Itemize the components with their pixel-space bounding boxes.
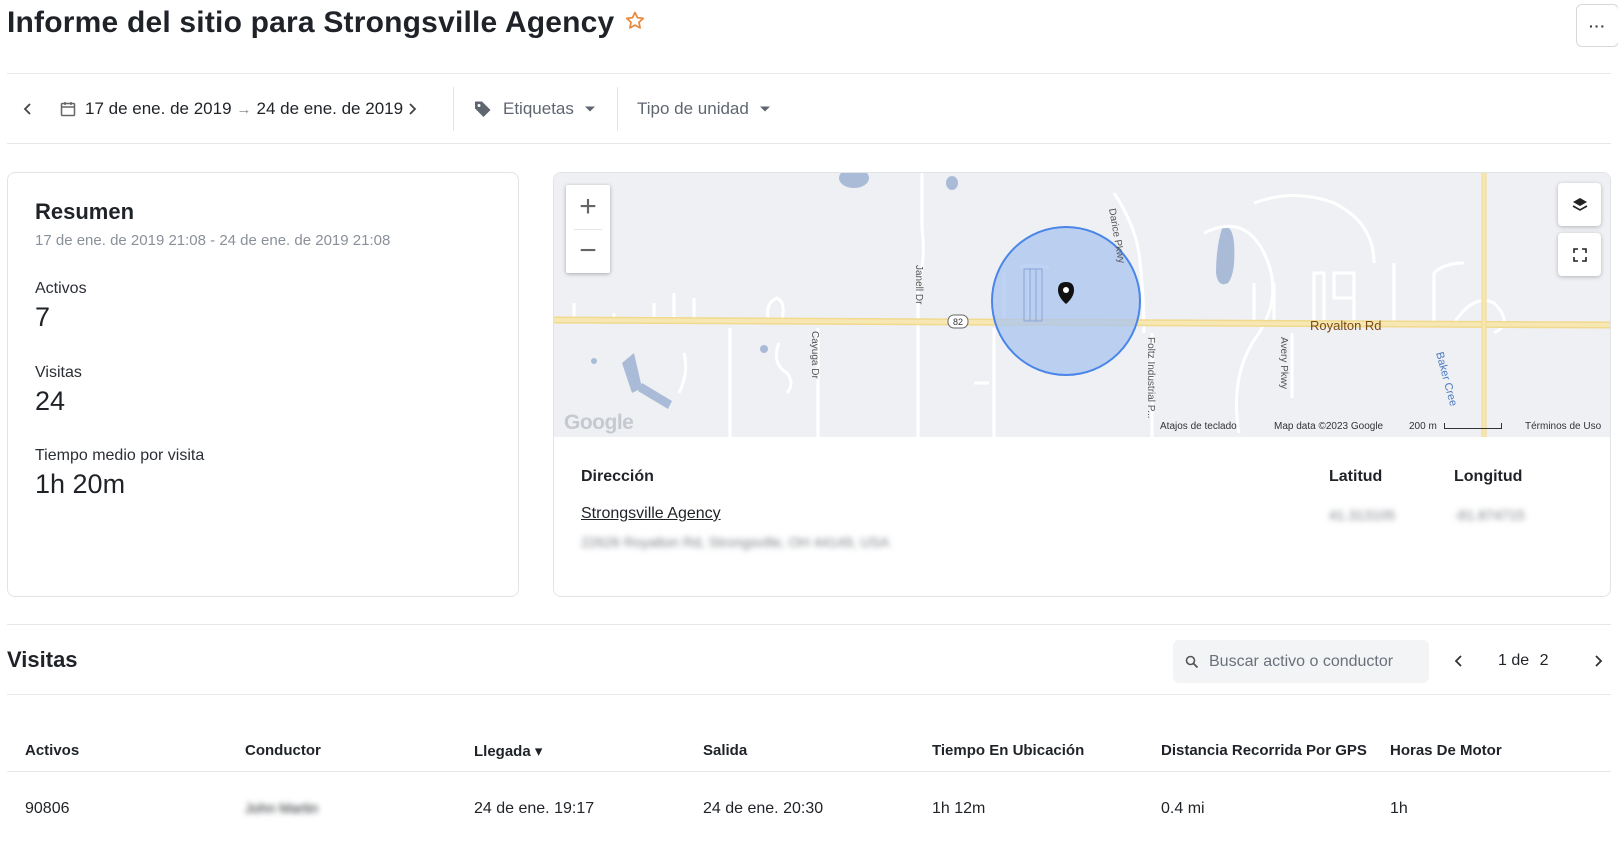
chevron-right-icon bbox=[1595, 655, 1603, 667]
filter-divider bbox=[453, 87, 454, 131]
column-header-time-on-site[interactable]: Tiempo En Ubicación bbox=[932, 742, 1084, 759]
map-layers-button[interactable] bbox=[1558, 183, 1601, 226]
summary-title: Resumen bbox=[35, 199, 135, 224]
google-logo: Google bbox=[564, 411, 634, 434]
date-prev-button[interactable] bbox=[19, 74, 37, 144]
fullscreen-icon bbox=[1572, 247, 1587, 262]
metric-value-visits: 24 bbox=[35, 386, 66, 416]
column-header-departure[interactable]: Salida bbox=[703, 742, 747, 759]
road-label: Royalton Rd bbox=[1310, 318, 1382, 333]
street-label-baker: Baker Cree bbox=[1433, 351, 1459, 408]
map-scale[interactable]: 200 m bbox=[1409, 421, 1502, 437]
column-header-driver[interactable]: Conductor bbox=[245, 742, 321, 759]
site-street-address: 22626 Royalton Rd, Strongsville, OH 4414… bbox=[581, 534, 890, 550]
date-end: 24 de ene. de 2019 bbox=[256, 99, 404, 118]
page-next-button[interactable] bbox=[1583, 646, 1613, 676]
route-badge: 82 bbox=[953, 317, 963, 327]
map-data-attribution: Map data ©2023 Google bbox=[1274, 421, 1384, 432]
column-header-gps-distance[interactable]: Distancia Recorrida Por GPS bbox=[1161, 742, 1367, 759]
layers-icon bbox=[1572, 197, 1587, 211]
site-name-link[interactable]: Strongsville Agency bbox=[581, 505, 721, 523]
cell-departure: 24 de ene. 20:30 bbox=[703, 800, 824, 817]
latitude-heading: Latitud bbox=[1329, 468, 1383, 485]
zoom-in-button[interactable]: + bbox=[566, 185, 610, 229]
page-of: de bbox=[1511, 652, 1530, 669]
cell-time-on-site: 1h 12m bbox=[932, 800, 986, 817]
page-current: 1 bbox=[1498, 652, 1507, 669]
chevron-left-icon bbox=[1454, 655, 1462, 667]
calendar-icon bbox=[60, 102, 76, 117]
caret-down-icon bbox=[584, 106, 595, 112]
filter-bar: 17 de ene. de 2019 → 24 de ene. de 2019 … bbox=[7, 74, 1611, 144]
tag-icon bbox=[475, 101, 491, 117]
longitude-heading: Longitud bbox=[1454, 468, 1523, 485]
pagination-text: 1 de 2 bbox=[1498, 652, 1549, 670]
visits-table-header: Activos Conductor Llegada ▾ Salida Tiemp… bbox=[7, 720, 1611, 772]
cell-asset: 90806 bbox=[25, 800, 70, 817]
page-title: Informe del sitio para Strongsville Agen… bbox=[7, 6, 615, 39]
metric-value-assets: 7 bbox=[35, 302, 51, 332]
site-map-card: 82 Janell Dr Cayuga Dr Darice Pkwy Foltz… bbox=[553, 172, 1611, 597]
unit-type-label: Tipo de unidad bbox=[637, 99, 749, 118]
tags-filter[interactable]: Etiquetas bbox=[473, 74, 596, 144]
page-total: 2 bbox=[1539, 652, 1549, 669]
street-label-avery: Avery Pkwy bbox=[1278, 337, 1289, 389]
unit-type-filter[interactable]: Tipo de unidad bbox=[637, 74, 771, 144]
map[interactable]: 82 Janell Dr Cayuga Dr Darice Pkwy Foltz… bbox=[554, 173, 1610, 437]
summary-card: Resumen 17 de ene. de 2019 21:08 - 24 de… bbox=[7, 172, 519, 597]
summary-range: 17 de ene. de 2019 21:08 - 24 de ene. de… bbox=[35, 232, 391, 249]
address-heading: Dirección bbox=[581, 468, 654, 485]
page-prev-button[interactable] bbox=[1444, 646, 1474, 676]
metric-label-visits: Visitas bbox=[35, 364, 82, 381]
street-label-foltz: Foltz Industrial P... bbox=[1145, 337, 1156, 419]
title-row: Informe del sitio para Strongsville Agen… bbox=[7, 0, 1618, 74]
cell-arrival: 24 de ene. 19:17 bbox=[474, 800, 595, 817]
street-label-janell: Janell Dr bbox=[913, 265, 924, 305]
chevron-right-icon bbox=[409, 103, 417, 115]
column-header-assets[interactable]: Activos bbox=[25, 742, 79, 759]
zoom-control: + − bbox=[566, 185, 610, 273]
tags-label: Etiquetas bbox=[503, 99, 574, 118]
cell-driver: John Martin bbox=[245, 800, 319, 816]
cell-gps-distance: 0.4 mi bbox=[1161, 800, 1205, 817]
more-options-button[interactable]: ··· bbox=[1576, 4, 1618, 47]
date-next-button[interactable] bbox=[403, 74, 421, 144]
star-icon[interactable] bbox=[623, 9, 647, 33]
map-scale-label: 200 m bbox=[1409, 421, 1437, 432]
chevron-left-icon bbox=[23, 103, 31, 115]
site-longitude: -81.874715 bbox=[1454, 507, 1525, 523]
date-range-picker[interactable]: 17 de ene. de 2019 → 24 de ene. de 2019 bbox=[59, 74, 403, 144]
search-input[interactable] bbox=[1209, 652, 1401, 671]
filter-divider bbox=[617, 87, 618, 131]
table-row[interactable]: 90806 John Martin 24 de ene. 19:17 24 de… bbox=[7, 772, 1611, 843]
date-start: 17 de ene. de 2019 bbox=[85, 99, 232, 118]
terms-link[interactable]: Términos de Uso bbox=[1525, 421, 1601, 437]
scale-bar bbox=[1443, 423, 1502, 430]
street-label-cayuga: Cayuga Dr bbox=[809, 331, 820, 379]
map-canvas: 82 Janell Dr Cayuga Dr Darice Pkwy Foltz… bbox=[554, 173, 1610, 437]
keyboard-shortcuts-link[interactable]: Atajos de teclado bbox=[1160, 421, 1237, 437]
zoom-out-button[interactable]: − bbox=[566, 229, 610, 273]
date-arrow: → bbox=[236, 100, 252, 118]
visits-search bbox=[1173, 640, 1429, 683]
column-header-arrival[interactable]: Llegada ▾ bbox=[474, 742, 542, 760]
metric-label-avg-time: Tiempo medio por visita bbox=[35, 447, 205, 464]
map-fullscreen-button[interactable] bbox=[1558, 233, 1601, 276]
site-latitude: 41.313105 bbox=[1329, 507, 1396, 523]
caret-down-icon bbox=[759, 106, 770, 112]
metric-value-avg-time: 1h 20m bbox=[35, 469, 126, 499]
search-icon bbox=[1185, 655, 1199, 668]
metric-label-assets: Activos bbox=[35, 280, 87, 297]
visits-header: Visitas 1 de 2 bbox=[7, 624, 1611, 695]
cell-engine-hours: 1h bbox=[1390, 800, 1408, 817]
column-header-engine-hours[interactable]: Horas De Motor bbox=[1390, 742, 1502, 759]
visits-title: Visitas bbox=[7, 647, 78, 672]
